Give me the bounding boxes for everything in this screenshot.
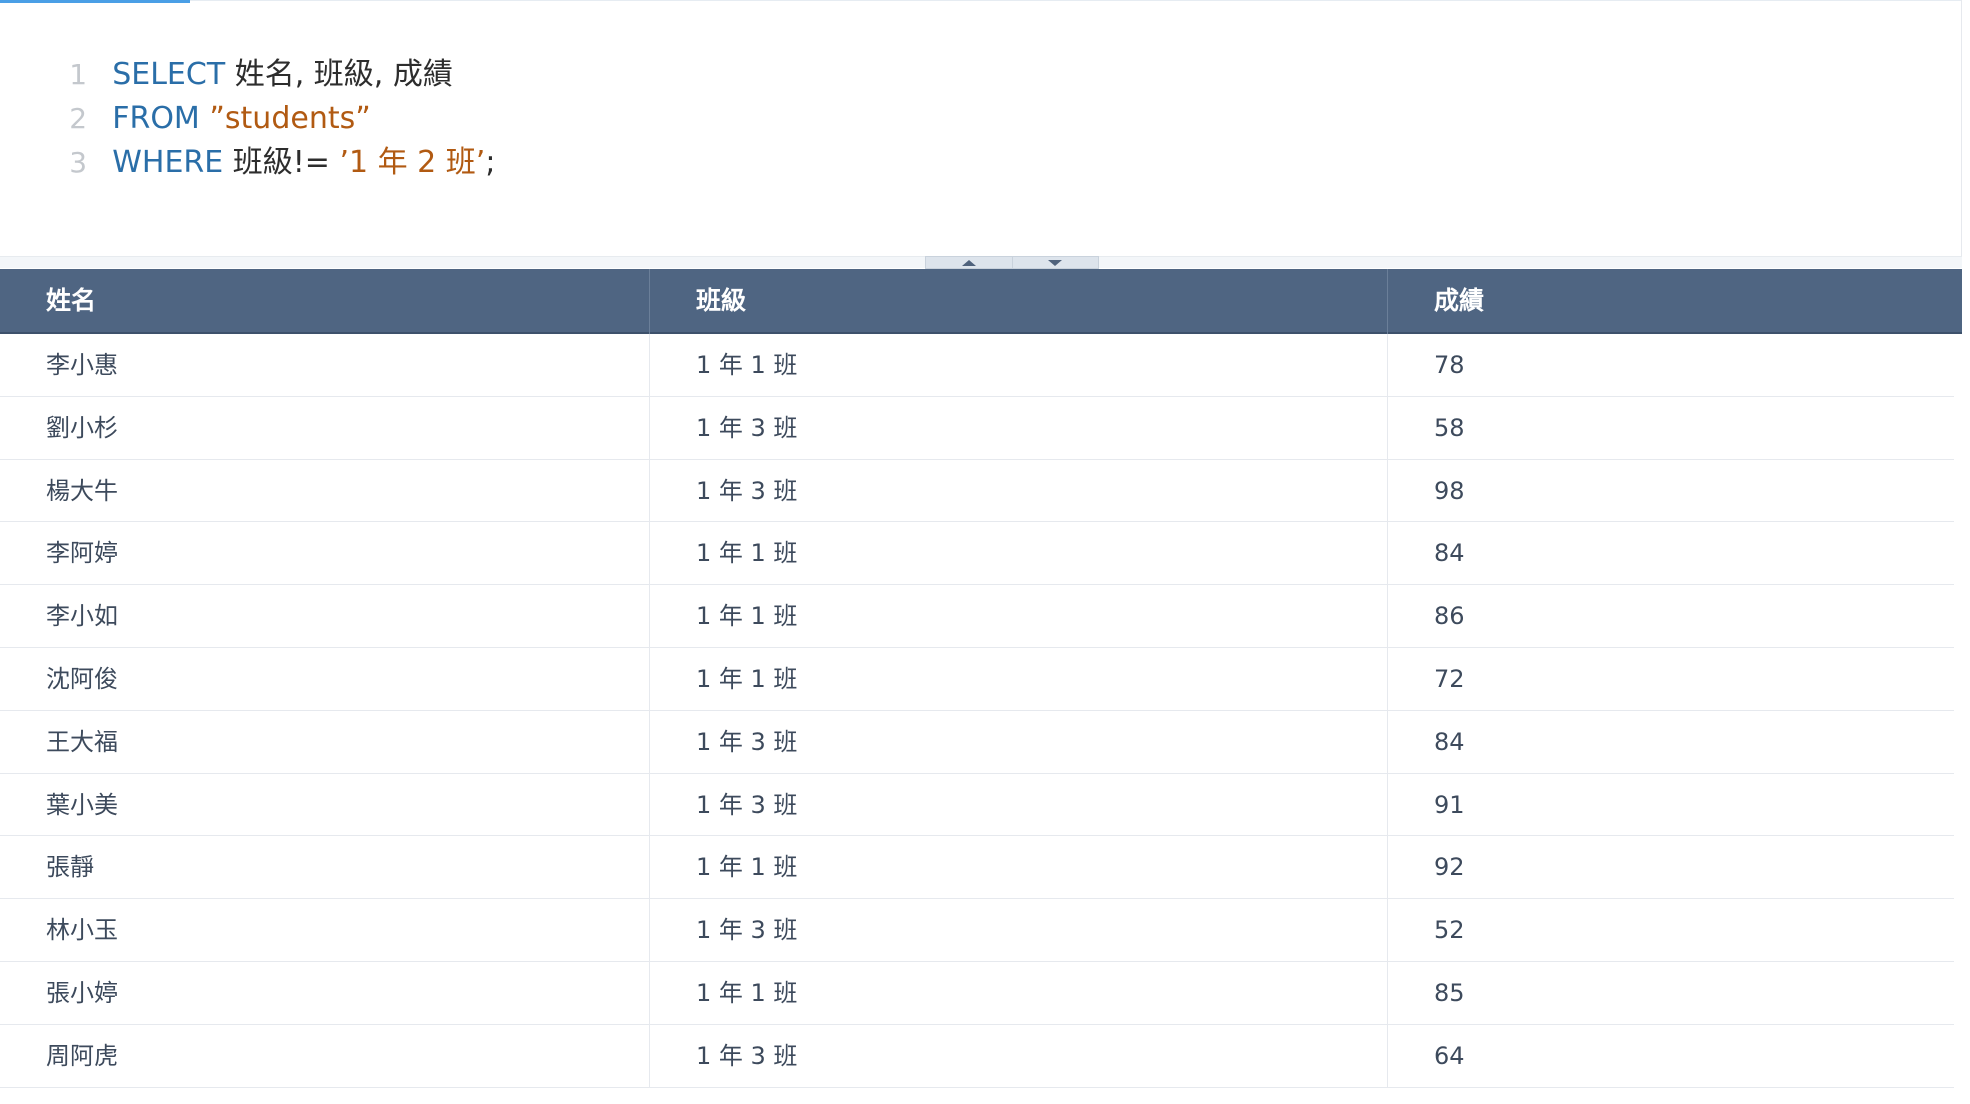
table-row[interactable]: 李小如 1 年 1 班 86 (0, 585, 1954, 648)
column-header-name[interactable]: 姓名 (0, 269, 650, 334)
cell-class: 1 年 1 班 (650, 334, 1388, 396)
table-row[interactable]: 張小婷 1 年 1 班 85 (0, 961, 1954, 1025)
table-row[interactable]: 張靜 1 年 1 班 92 (0, 836, 1954, 900)
cell-score: 98 (1434, 476, 1465, 505)
cell-score: 86 (1434, 602, 1465, 631)
cell-name: 李小惠 (0, 334, 650, 396)
code-line-2[interactable]: 2 FROM ”students” (0, 53, 370, 136)
cell-class: 1 年 3 班 (650, 773, 1388, 836)
cell-class: 1 年 1 班 (650, 647, 1388, 710)
triangle-down-icon (1048, 260, 1063, 266)
cell-class: 1 年 1 班 (650, 585, 1388, 648)
cell-class: 1 年 3 班 (650, 459, 1388, 522)
table-row[interactable]: 葉小美 1 年 3 班 91 (0, 773, 1954, 837)
cell-score: 58 (1434, 413, 1465, 442)
table-row[interactable]: 周阿虎 1 年 3 班 64 (0, 1024, 1954, 1088)
table-row[interactable]: 李小惠 1 年 1 班 78 (0, 334, 1954, 397)
editor-top-border (190, 0, 1961, 1)
table-row[interactable]: 王大福 1 年 3 班 84 (0, 710, 1954, 774)
cell-score: 91 (1434, 790, 1465, 819)
cell-name: 葉小美 (0, 773, 650, 836)
table-row[interactable]: 李阿婷 1 年 1 班 84 (0, 522, 1954, 586)
table-row[interactable]: 楊大牛 1 年 3 班 98 (0, 459, 1954, 523)
column-header-score[interactable]: 成績 (1388, 269, 1962, 334)
expand-results-button[interactable] (1012, 256, 1099, 269)
expand-editor-button[interactable] (925, 256, 1013, 269)
table-header-row: 姓名 班級 成績 (0, 269, 1962, 334)
cell-class: 1 年 1 班 (650, 961, 1388, 1024)
sql-query-app: 1 SELECT 姓名, 班級, 成績 2 FROM ”students” 3 WHE… (0, 0, 1970, 1104)
cell-name: 周阿虎 (0, 1024, 650, 1087)
sql-string: ’1 年 2 班’ (339, 145, 486, 180)
cell-score: 85 (1434, 978, 1465, 1007)
cell-score: 72 (1434, 664, 1465, 693)
cell-class: 1 年 3 班 (650, 710, 1388, 773)
cell-name: 沈阿俊 (0, 647, 650, 710)
sql-text: 班級!= (223, 145, 340, 180)
cell-score: 52 (1434, 916, 1465, 945)
table-row[interactable]: 林小玉 1 年 3 班 52 (0, 899, 1954, 962)
cell-class: 1 年 3 班 (650, 899, 1388, 962)
cell-score: 84 (1434, 539, 1465, 568)
editor-progress-bar (0, 0, 190, 3)
sql-keyword: WHERE (112, 145, 224, 180)
cell-name: 劉小杉 (0, 396, 650, 459)
cell-class: 1 年 1 班 (650, 522, 1388, 585)
cell-name: 張小婷 (0, 961, 650, 1024)
code-line-1[interactable]: 1 SELECT 姓名, 班級, 成績 (0, 9, 453, 92)
cell-class: 1 年 3 班 (650, 396, 1388, 459)
sql-editor[interactable]: 1 SELECT 姓名, 班級, 成績 2 FROM ”students” 3 WHE… (0, 0, 1962, 256)
cell-score: 64 (1434, 1041, 1465, 1070)
sql-text: ; (485, 145, 496, 180)
line-number: 3 (69, 146, 88, 179)
cell-name: 楊大牛 (0, 459, 650, 522)
cell-score: 78 (1434, 351, 1465, 379)
cell-name: 李阿婷 (0, 522, 650, 585)
pane-splitter (925, 256, 1099, 269)
code-line-3[interactable]: 3 WHERE 班級!= ’1 年 2 班’; (0, 97, 495, 180)
table-row[interactable]: 沈阿俊 1 年 1 班 72 (0, 647, 1954, 711)
cell-name: 張靜 (0, 836, 650, 899)
column-header-class[interactable]: 班級 (650, 269, 1388, 334)
cell-class: 1 年 3 班 (650, 1024, 1388, 1087)
result-table: 姓名 班級 成績 李小惠 1 年 1 班 78 劉小杉 1 年 3 班 58 楊… (0, 269, 1962, 1088)
cell-name: 李小如 (0, 585, 650, 648)
cell-class: 1 年 1 班 (650, 836, 1388, 899)
cell-score: 92 (1434, 853, 1465, 882)
cell-name: 林小玉 (0, 899, 650, 962)
cell-score: 84 (1434, 727, 1465, 756)
triangle-up-icon (961, 260, 976, 266)
table-row[interactable]: 劉小杉 1 年 3 班 58 (0, 396, 1954, 460)
cell-name: 王大福 (0, 710, 650, 773)
